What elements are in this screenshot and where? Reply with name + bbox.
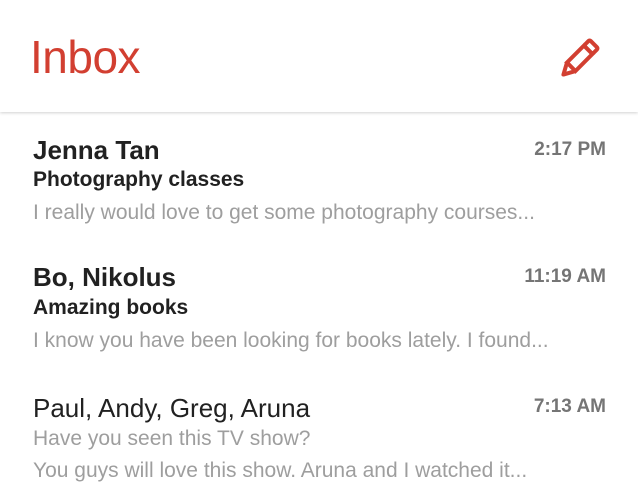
email-subject: Have you seen this TV show? bbox=[33, 427, 311, 450]
inbox-app: Inbox Jenna Tan 2:17 PM Photography clas… bbox=[0, 0, 638, 504]
email-row[interactable]: Paul, Andy, Greg, Aruna 7:13 AM Have you… bbox=[0, 372, 638, 502]
email-time: 2:17 PM bbox=[534, 139, 606, 160]
app-header: Inbox bbox=[0, 0, 638, 112]
pencil-icon bbox=[561, 38, 600, 77]
page-title: Inbox bbox=[30, 31, 141, 83]
email-snippet: I know you have been looking for books l… bbox=[33, 329, 549, 352]
email-sender: Jenna Tan bbox=[33, 135, 160, 165]
email-time: 11:19 AM bbox=[524, 266, 606, 287]
email-snippet: You guys will love this show. Aruna and … bbox=[33, 459, 528, 482]
email-row[interactable]: Jenna Tan 2:17 PM Photography classes I … bbox=[0, 114, 638, 242]
email-sender: Bo, Nikolus bbox=[33, 262, 177, 292]
email-subject: Amazing books bbox=[33, 296, 189, 319]
email-subject: Photography classes bbox=[33, 168, 245, 191]
email-time: 7:13 AM bbox=[533, 396, 606, 417]
email-row[interactable]: Bo, Nikolus 11:19 AM Amazing books I kno… bbox=[0, 242, 638, 372]
email-list: Jenna Tan 2:17 PM Photography classes I … bbox=[0, 114, 638, 502]
email-snippet: I really would love to get some photogra… bbox=[33, 201, 535, 224]
compose-button[interactable] bbox=[556, 36, 602, 82]
email-sender: Paul, Andy, Greg, Aruna bbox=[33, 393, 311, 423]
